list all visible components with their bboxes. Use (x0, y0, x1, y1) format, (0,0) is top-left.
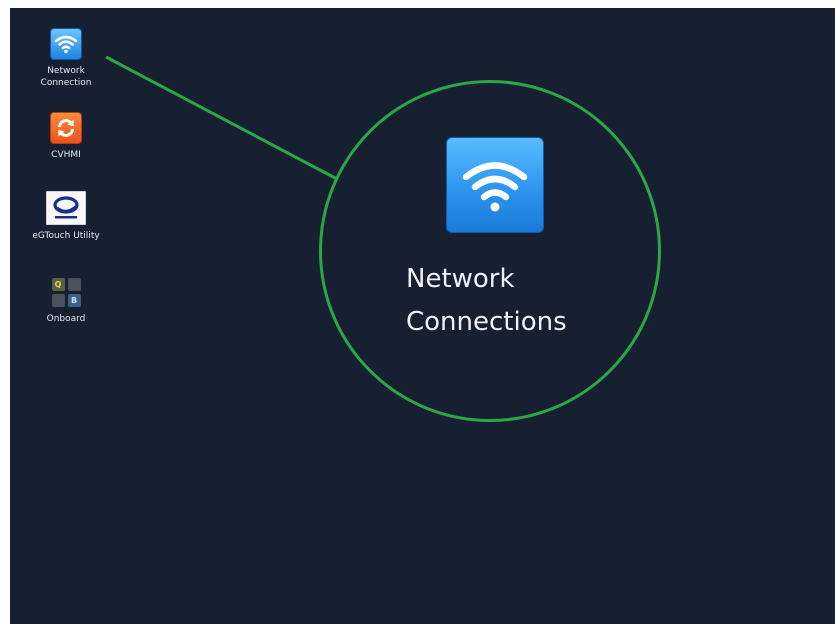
callout-label: Network Connections (406, 264, 567, 337)
desktop-icon-egtouch-utility[interactable]: eGTouch Utility (28, 191, 104, 242)
egtouch-logo-icon (46, 191, 86, 225)
desktop-icon-label: eGTouch Utility (32, 231, 100, 241)
wifi-icon (446, 137, 544, 233)
desktop-icon-label: Network Connection (40, 66, 92, 88)
desktop-icon-label: Onboard (46, 314, 86, 324)
zoom-highlight-circle (319, 80, 661, 422)
wifi-icon (50, 28, 82, 60)
desktop: Network Connection CVHMI eGTouch Utility… (10, 8, 835, 624)
keyboard-icon: Q B (50, 276, 82, 308)
refresh-icon (50, 112, 82, 144)
desktop-icon-label: CVHMI (51, 150, 81, 160)
keyboard-key (51, 293, 65, 307)
desktop-icon-network-connection[interactable]: Network Connection (28, 28, 104, 89)
desktop-icon-onboard[interactable]: Q B Onboard (28, 276, 104, 325)
desktop-icon-cvhmi[interactable]: CVHMI (28, 112, 104, 161)
keyboard-key (67, 277, 81, 291)
keyboard-key: Q (51, 277, 65, 291)
keyboard-key: B (67, 293, 81, 307)
